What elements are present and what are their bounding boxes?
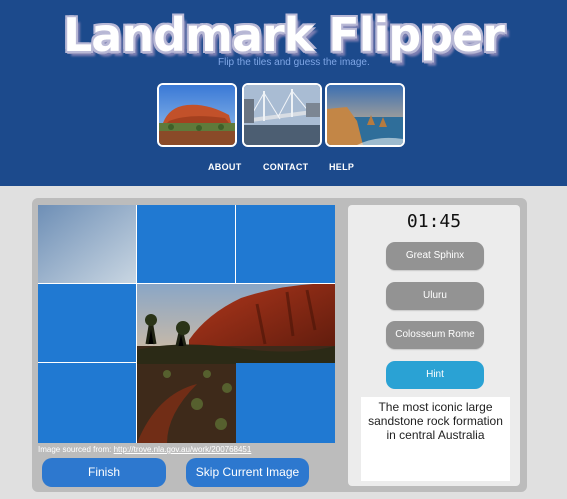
hint-text-box: The most iconic large sandstone rock for…: [361, 397, 510, 481]
image-source: Image sourced from: http://trove.nla.gov…: [38, 445, 251, 454]
hidden-tile[interactable]: [137, 205, 235, 283]
nav-about[interactable]: ABOUT: [208, 162, 242, 172]
coastline-thumbnail[interactable]: [325, 83, 405, 147]
nav-help[interactable]: HELP: [329, 162, 354, 172]
hidden-tile[interactable]: [236, 363, 335, 443]
logo-subtitle: Flip the tiles and guess the image.: [218, 57, 370, 68]
source-label: Image sourced from:: [38, 445, 112, 454]
skip-image-button[interactable]: Skip Current Image: [186, 458, 309, 487]
tile-board: [38, 205, 335, 443]
finish-button[interactable]: Finish: [42, 458, 166, 487]
hidden-tile[interactable]: [38, 363, 136, 443]
bridge-thumbnail[interactable]: [242, 83, 322, 147]
answer-button-uluru[interactable]: Uluru: [386, 282, 484, 310]
answer-button-colosseum[interactable]: Colosseum Rome: [386, 321, 484, 349]
hidden-tile[interactable]: [236, 205, 335, 283]
revealed-sky-tile: [38, 205, 136, 283]
uluru-thumbnail[interactable]: [157, 83, 237, 147]
nav-contact[interactable]: CONTACT: [263, 162, 308, 172]
hidden-tile[interactable]: [38, 284, 136, 362]
answer-button-great-sphinx[interactable]: Great Sphinx: [386, 242, 484, 270]
logo-title: Landmark Flipper: [63, 8, 505, 62]
header: Landmark Flipper Flip the tiles and gues…: [0, 0, 567, 186]
source-link[interactable]: http://trove.nla.gov.au/work/200768451: [114, 445, 252, 454]
countdown-timer: 01:45: [406, 211, 462, 232]
hint-button[interactable]: Hint: [386, 361, 484, 389]
